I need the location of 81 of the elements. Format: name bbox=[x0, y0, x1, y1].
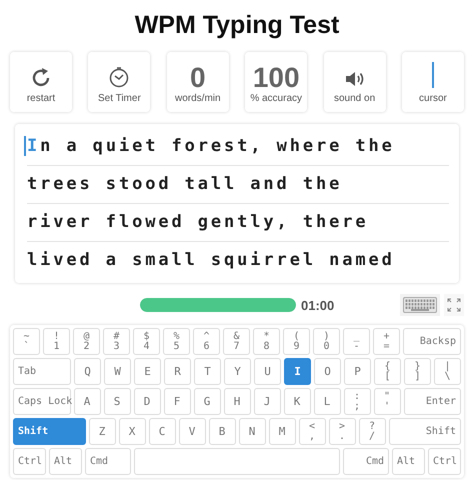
key[interactable]: | \ bbox=[434, 358, 461, 385]
text-line: lived a small squirrel named bbox=[27, 249, 396, 272]
key[interactable]: # 3 bbox=[103, 328, 130, 355]
key[interactable]: ! 1 bbox=[43, 328, 70, 355]
text-line: river flowed gently, there bbox=[27, 204, 449, 242]
key[interactable]: I bbox=[284, 358, 311, 385]
key[interactable]: : ; bbox=[344, 388, 370, 415]
key[interactable]: Backsp bbox=[403, 328, 461, 355]
key[interactable]: _ - bbox=[343, 328, 370, 355]
restart-icon bbox=[31, 66, 51, 88]
key[interactable]: & 7 bbox=[223, 328, 250, 355]
key[interactable]: P bbox=[344, 358, 371, 385]
key[interactable]: M bbox=[268, 418, 296, 445]
key[interactable]: { [ bbox=[374, 358, 401, 385]
key[interactable]: ~ ` bbox=[13, 328, 40, 355]
key[interactable]: > . bbox=[328, 418, 356, 445]
key[interactable]: @ 2 bbox=[73, 328, 100, 355]
speaker-icon bbox=[344, 70, 366, 88]
clock-icon bbox=[108, 66, 130, 88]
key[interactable]: E bbox=[134, 358, 161, 385]
key[interactable]: Alt bbox=[392, 448, 425, 475]
key[interactable]: * 8 bbox=[253, 328, 280, 355]
key[interactable]: Alt bbox=[49, 448, 82, 475]
key[interactable]: Cmd bbox=[85, 448, 131, 475]
key[interactable]: } ] bbox=[404, 358, 431, 385]
key[interactable]: < , bbox=[298, 418, 326, 445]
key[interactable]: Shift bbox=[13, 418, 86, 445]
key[interactable]: Ctrl bbox=[428, 448, 461, 475]
key[interactable]: Cmd bbox=[343, 448, 389, 475]
key[interactable]: Caps Lock bbox=[13, 388, 70, 415]
timer-button[interactable]: Set Timer bbox=[88, 52, 150, 112]
key[interactable]: B bbox=[208, 418, 236, 445]
stat-label: words/min bbox=[174, 93, 221, 104]
key[interactable]: G bbox=[194, 388, 220, 415]
key[interactable]: K bbox=[284, 388, 310, 415]
key[interactable]: S bbox=[104, 388, 130, 415]
stat-value: 0 bbox=[190, 63, 206, 93]
key[interactable]: Ctrl bbox=[13, 448, 46, 475]
sound-button[interactable]: sound on bbox=[324, 52, 386, 112]
key[interactable]: ? / bbox=[358, 418, 386, 445]
key[interactable]: T bbox=[194, 358, 221, 385]
space-key[interactable] bbox=[134, 448, 340, 475]
key[interactable]: " ' bbox=[374, 388, 400, 415]
stat-value: 100 bbox=[252, 63, 300, 93]
timer-text: 01:00 bbox=[301, 298, 334, 312]
keyboard-icon bbox=[403, 297, 437, 313]
key[interactable]: Shift bbox=[388, 418, 461, 445]
key[interactable]: Z bbox=[88, 418, 116, 445]
key[interactable]: A bbox=[74, 388, 100, 415]
stat-label: % accuracy bbox=[250, 93, 302, 104]
keyboard-toggle-button[interactable] bbox=[400, 294, 440, 316]
key[interactable]: Tab bbox=[13, 358, 71, 385]
key[interactable]: V bbox=[178, 418, 206, 445]
key[interactable]: + = bbox=[373, 328, 400, 355]
fullscreen-button[interactable] bbox=[444, 294, 464, 316]
cursor-button[interactable]: cursor bbox=[402, 52, 464, 112]
key[interactable]: O bbox=[314, 358, 341, 385]
key[interactable]: L bbox=[314, 388, 340, 415]
key[interactable]: D bbox=[134, 388, 160, 415]
key[interactable]: Enter bbox=[404, 388, 461, 415]
key[interactable]: R bbox=[164, 358, 191, 385]
key[interactable]: ) 0 bbox=[313, 328, 340, 355]
key[interactable]: Y bbox=[224, 358, 251, 385]
key[interactable]: F bbox=[164, 388, 190, 415]
key[interactable]: C bbox=[148, 418, 176, 445]
key[interactable]: ^ 6 bbox=[193, 328, 220, 355]
restart-button[interactable]: restart bbox=[10, 52, 72, 112]
key[interactable]: $ 4 bbox=[133, 328, 160, 355]
key[interactable]: % 5 bbox=[163, 328, 190, 355]
text-line: trees stood tall and the bbox=[27, 166, 449, 204]
key[interactable]: N bbox=[238, 418, 266, 445]
key[interactable]: ( 9 bbox=[283, 328, 310, 355]
key[interactable]: U bbox=[254, 358, 281, 385]
key[interactable]: X bbox=[118, 418, 146, 445]
page-title: WPM Typing Test bbox=[134, 10, 340, 41]
expand-icon bbox=[447, 298, 461, 312]
key[interactable]: H bbox=[224, 388, 250, 415]
key[interactable]: W bbox=[104, 358, 131, 385]
text-line: I n a quiet forest, where the bbox=[27, 128, 449, 166]
key[interactable]: Q bbox=[74, 358, 101, 385]
key[interactable]: J bbox=[254, 388, 280, 415]
